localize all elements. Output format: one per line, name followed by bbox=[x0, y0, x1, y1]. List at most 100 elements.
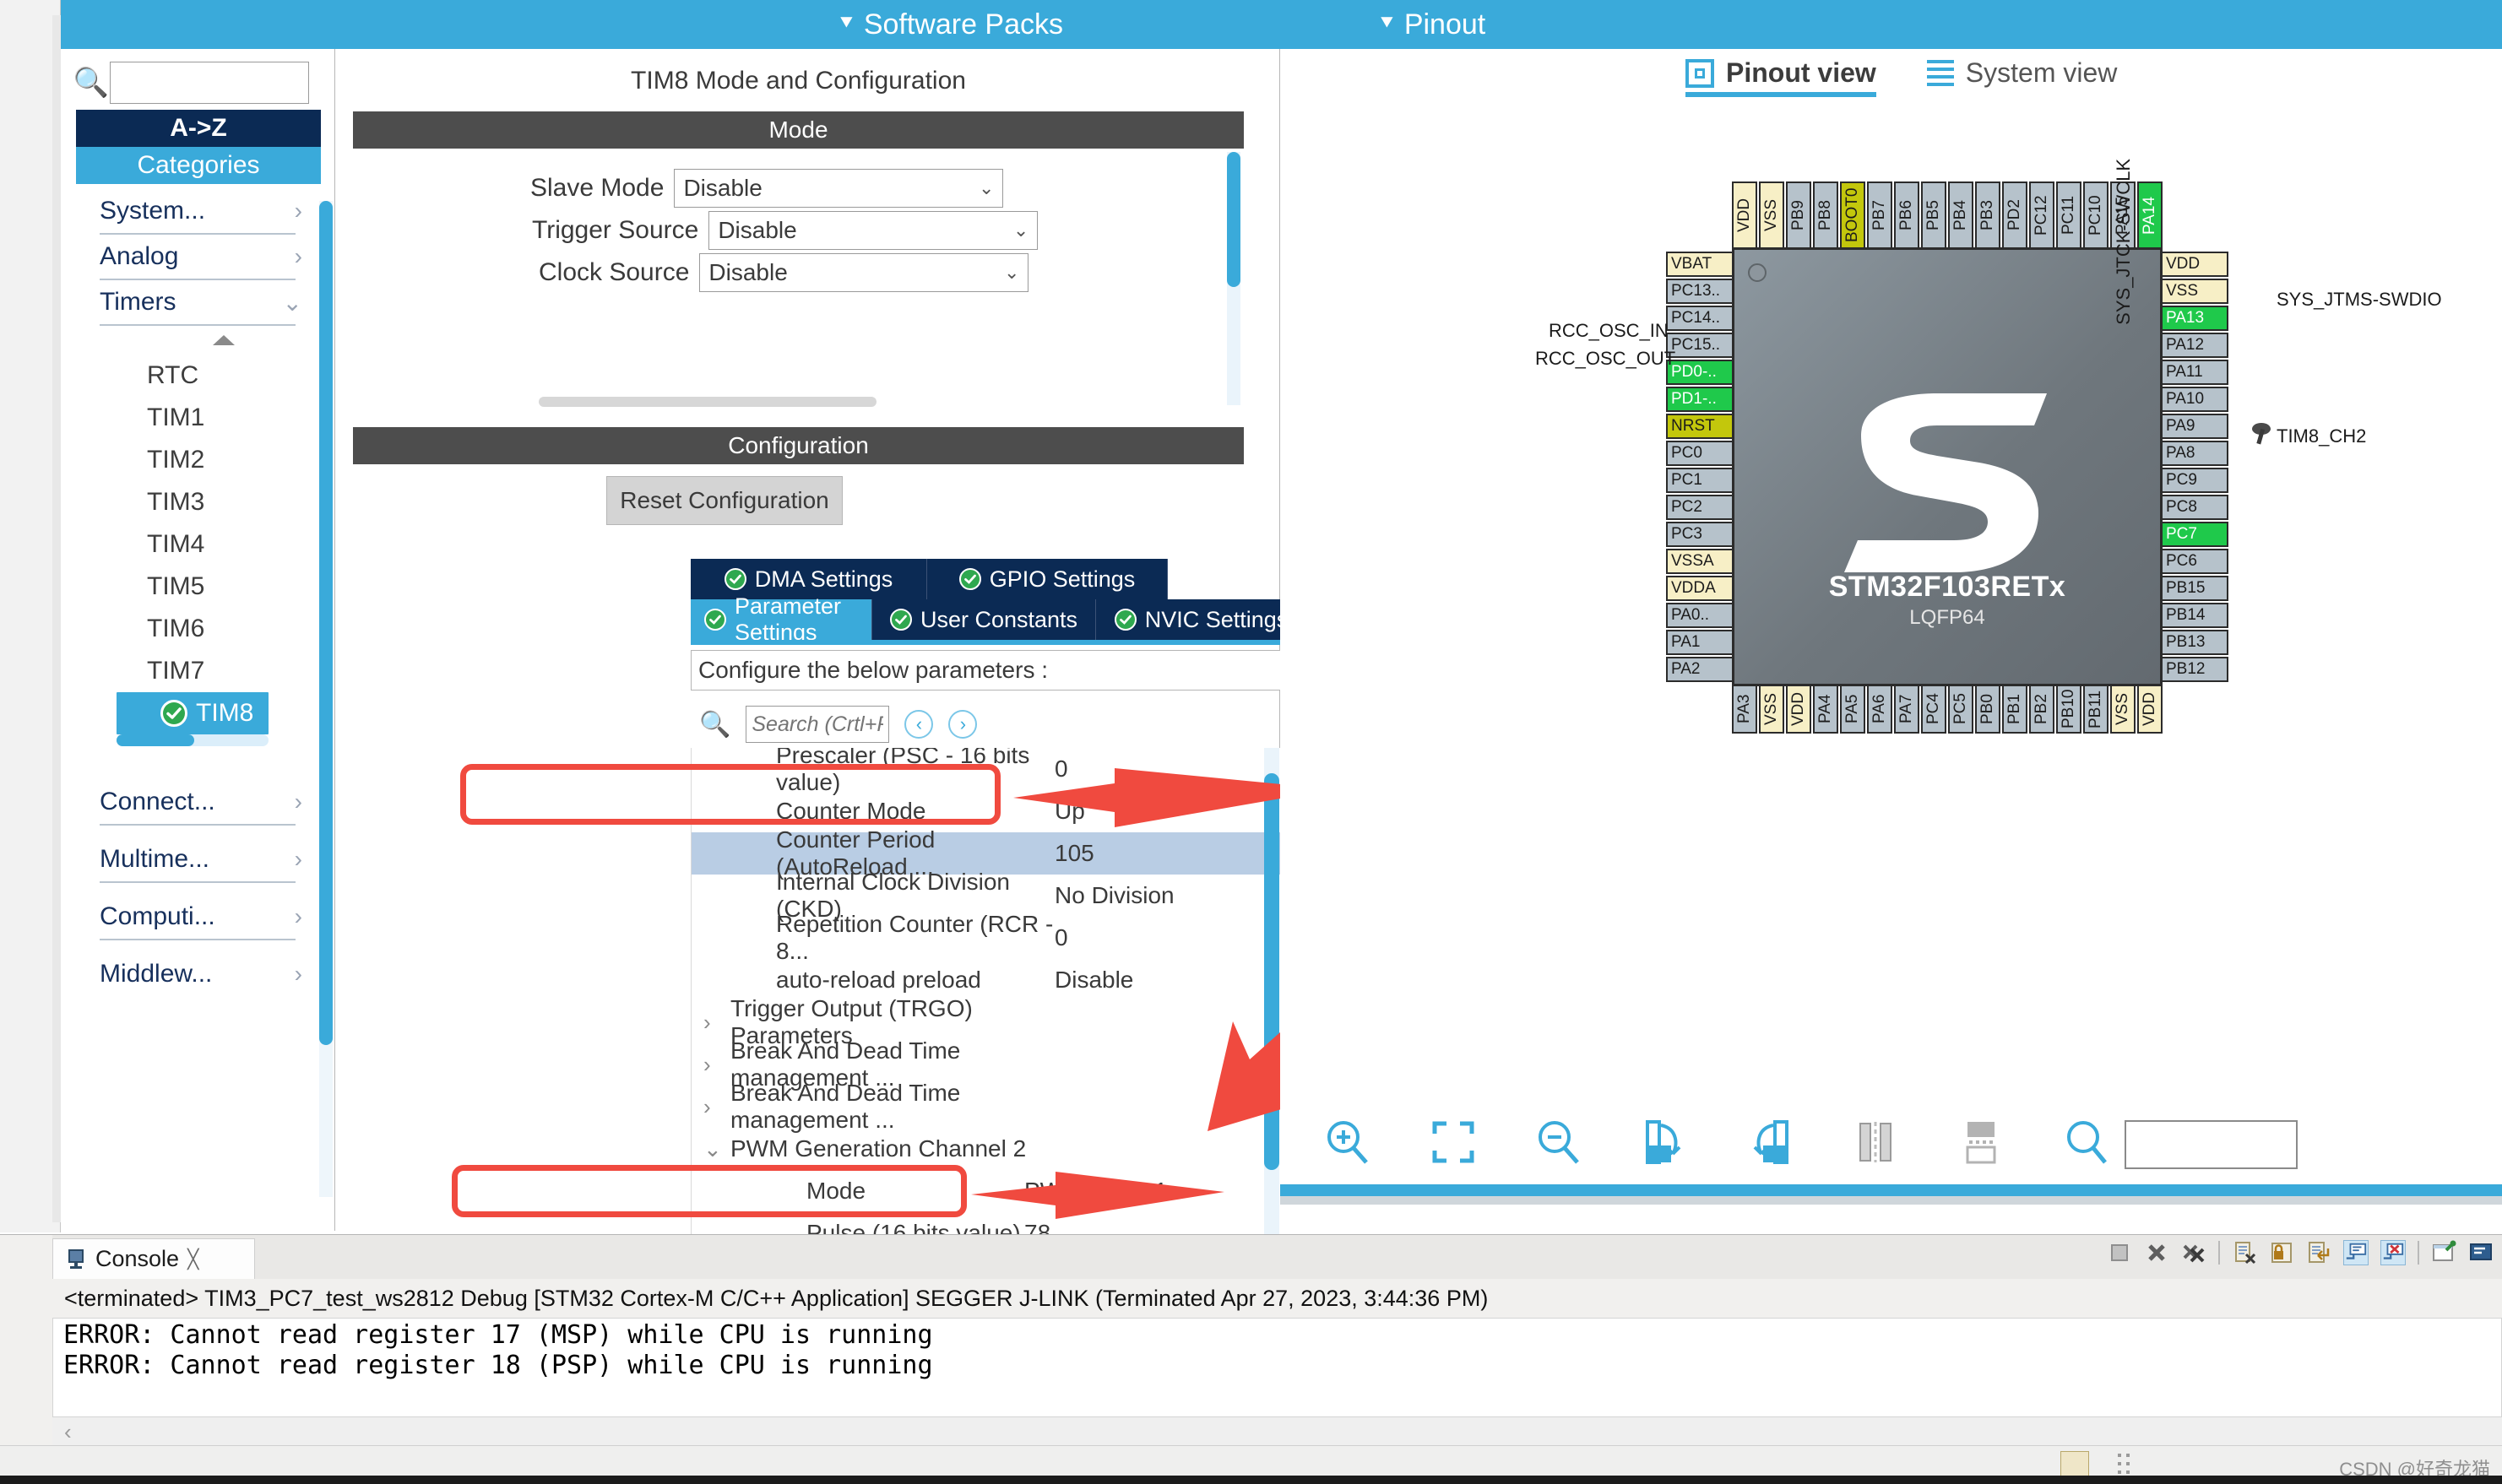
chip-pin-vdd-b[interactable]: VDD bbox=[1786, 685, 1811, 734]
chevron-left-circle-icon[interactable]: ‹ bbox=[904, 710, 934, 739]
sidebar-item-connectivity[interactable]: Connect... › bbox=[76, 780, 321, 824]
chip-pin-vdd-b[interactable]: VDD bbox=[2137, 685, 2163, 734]
zoom-in-icon[interactable] bbox=[1322, 1117, 1373, 1172]
chevron-right-icon[interactable]: › bbox=[703, 1052, 711, 1078]
chip-pin-pc7-r[interactable]: PC7 bbox=[2161, 522, 2228, 547]
chip-pin-pa8-r[interactable]: PA8 bbox=[2161, 441, 2228, 466]
tab-console[interactable]: Console ╳ bbox=[52, 1238, 255, 1279]
pin-console-icon[interactable] bbox=[2431, 1240, 2456, 1265]
chevron-left-icon[interactable]: ‹ bbox=[64, 1419, 72, 1445]
chip-pin-pb11-b[interactable]: PB11 bbox=[2083, 685, 2109, 734]
chip-pin-boot0[interactable]: BOOT0 bbox=[1840, 181, 1865, 249]
chip-pin-pb2-b[interactable]: PB2 bbox=[2029, 685, 2054, 734]
chip-pin-pb12-r[interactable]: PB12 bbox=[2161, 657, 2228, 682]
chip-pin-pb4[interactable]: PB4 bbox=[1948, 181, 1973, 249]
chevron-right-icon[interactable]: › bbox=[703, 1010, 711, 1036]
tab-gpio-settings[interactable]: GPIO Settings bbox=[927, 559, 1168, 599]
sidebar-item-analog[interactable]: Analog › bbox=[76, 235, 321, 279]
clear-console-icon[interactable] bbox=[2232, 1240, 2257, 1265]
scrollbar-thumb[interactable] bbox=[117, 734, 194, 746]
chip-pin-pc2[interactable]: PC2 bbox=[1666, 495, 1734, 520]
chevron-down-icon[interactable]: ⌄ bbox=[703, 1136, 722, 1162]
chip-pin-pc3[interactable]: PC3 bbox=[1666, 522, 1734, 547]
sidebar-item-tim2[interactable]: TIM2 bbox=[76, 439, 321, 481]
chip-pin-pb15-r[interactable]: PB15 bbox=[2161, 576, 2228, 601]
chip-pin-pb10-b[interactable]: PB10 bbox=[2056, 685, 2081, 734]
fit-to-screen-icon[interactable] bbox=[1428, 1117, 1479, 1172]
toggle-labels-icon[interactable] bbox=[1956, 1117, 2006, 1172]
chip-pin-pb13-r[interactable]: PB13 bbox=[2161, 630, 2228, 655]
tab-pinout-view[interactable]: Pinout view bbox=[1685, 57, 1876, 97]
sidebar-item-tim1[interactable]: TIM1 bbox=[76, 397, 321, 439]
sidebar-item-tim4[interactable]: TIM4 bbox=[76, 523, 321, 566]
chip-pin-pa0[interactable]: PA0.. bbox=[1666, 603, 1734, 628]
editor-icon[interactable] bbox=[2060, 1451, 2089, 1478]
chip-pin-pb7[interactable]: PB7 bbox=[1867, 181, 1892, 249]
sidebar-scrollbar[interactable] bbox=[319, 201, 333, 1197]
chip-pin-pa1[interactable]: PA1 bbox=[1666, 630, 1734, 655]
sidebar-item-multimedia[interactable]: Multime... › bbox=[76, 837, 321, 881]
chip-pin-pc12[interactable]: PC12 bbox=[2029, 181, 2054, 249]
chip-pin-pc5-b[interactable]: PC5 bbox=[1948, 685, 1973, 734]
chip-pin-pb9[interactable]: PB9 bbox=[1786, 181, 1811, 249]
timers-horizontal-scrollbar[interactable] bbox=[117, 734, 269, 746]
sidebar-item-tim3[interactable]: TIM3 bbox=[76, 481, 321, 523]
sidebar-item-tim7[interactable]: TIM7 bbox=[76, 650, 321, 692]
chip-pin-pc0[interactable]: PC0 bbox=[1666, 441, 1734, 466]
chip-pin-pb5[interactable]: PB5 bbox=[1921, 181, 1946, 249]
chip-pin-vbat[interactable]: VBAT bbox=[1666, 252, 1734, 277]
open-console-icon[interactable] bbox=[2468, 1240, 2494, 1265]
mode-hscrollbar[interactable] bbox=[539, 397, 877, 407]
sidebar-item-timers[interactable]: Timers ⌄ bbox=[76, 280, 321, 324]
rotate-left-icon[interactable] bbox=[1745, 1117, 1795, 1172]
chevron-right-circle-icon[interactable]: › bbox=[948, 710, 978, 739]
chip-pin-pd0[interactable]: PD0-.. bbox=[1666, 360, 1734, 385]
chip-pin-vss-b[interactable]: VSS bbox=[1759, 685, 1784, 734]
chip-pin-pa14[interactable]: PA14 bbox=[2137, 181, 2163, 249]
chip-pin-pa5-b[interactable]: PA5 bbox=[1840, 685, 1865, 734]
chip-pin-pb8[interactable]: PB8 bbox=[1813, 181, 1838, 249]
chip-pin-pa4-b[interactable]: PA4 bbox=[1813, 685, 1838, 734]
trigger-source-select[interactable]: Disable ⌄ bbox=[708, 211, 1039, 250]
chip-pin-pa12-r[interactable]: PA12 bbox=[2161, 333, 2228, 358]
collapse-handle[interactable] bbox=[76, 326, 321, 355]
close-icon[interactable]: ╳ bbox=[187, 1248, 198, 1270]
chip-pin-pb6[interactable]: PB6 bbox=[1894, 181, 1919, 249]
sidebar-item-tim5[interactable]: TIM5 bbox=[76, 566, 321, 608]
chip-pin-pc6-r[interactable]: PC6 bbox=[2161, 549, 2228, 574]
slave-mode-select[interactable]: Disable ⌄ bbox=[674, 169, 1004, 208]
console-output[interactable]: ERROR: Cannot read register 17 (MSP) whi… bbox=[52, 1318, 2502, 1417]
chip-pin-pa6-b[interactable]: PA6 bbox=[1867, 685, 1892, 734]
tab-a-to-z[interactable]: A->Z bbox=[76, 110, 321, 147]
chip-pin-pb3[interactable]: PB3 bbox=[1975, 181, 2000, 249]
chevron-right-icon[interactable]: › bbox=[703, 1094, 711, 1120]
chip-pin-pc10[interactable]: PC10 bbox=[2083, 181, 2109, 249]
chip-pin-pa9-r[interactable]: PA9 bbox=[2161, 414, 2228, 439]
chip-pin-pc13[interactable]: PC13.. bbox=[1666, 279, 1734, 304]
flip-horizontal-icon[interactable] bbox=[1850, 1117, 1901, 1172]
chip-pin-pb14-r[interactable]: PB14 bbox=[2161, 603, 2228, 628]
chip-pin-pc1[interactable]: PC1 bbox=[1666, 468, 1734, 493]
clock-source-select[interactable]: Disable ⌄ bbox=[699, 253, 1029, 292]
tab-parameter-settings[interactable]: Parameter Settings bbox=[691, 593, 872, 645]
rotate-right-icon[interactable] bbox=[1639, 1117, 1690, 1172]
chip-pin-pb0-b[interactable]: PB0 bbox=[1975, 685, 2000, 734]
chip-pin-pa3-b[interactable]: PA3 bbox=[1732, 685, 1757, 734]
search-input[interactable] bbox=[110, 62, 309, 104]
zoom-out-icon[interactable] bbox=[1533, 1117, 1584, 1172]
tab-categories[interactable]: Categories bbox=[76, 147, 321, 184]
pinout-search-input[interactable] bbox=[2125, 1120, 2298, 1169]
reset-configuration-button[interactable]: Reset Configuration bbox=[606, 476, 843, 525]
chip-pin-pa10-r[interactable]: PA10 bbox=[2161, 387, 2228, 412]
chip-pin-vssa[interactable]: VSSA bbox=[1666, 549, 1734, 574]
chip-pin-pc15[interactable]: PC15.. bbox=[1666, 333, 1734, 358]
sidebar-item-middleware[interactable]: Middlew... › bbox=[76, 952, 321, 996]
resize-grip-icon[interactable] bbox=[2115, 1451, 2132, 1476]
chip-pin-pc9-r[interactable]: PC9 bbox=[2161, 468, 2228, 493]
sidebar-item-computing[interactable]: Computi... › bbox=[76, 895, 321, 939]
tab-user-constants[interactable]: User Constants bbox=[872, 599, 1096, 640]
chip-pin-pd1[interactable]: PD1-.. bbox=[1666, 387, 1734, 412]
menu-pinout[interactable]: ⯆ Pinout bbox=[1378, 8, 1485, 41]
chip-pin-nrst[interactable]: NRST bbox=[1666, 414, 1734, 439]
chip-pin-vdd[interactable]: VDD bbox=[1732, 181, 1757, 249]
